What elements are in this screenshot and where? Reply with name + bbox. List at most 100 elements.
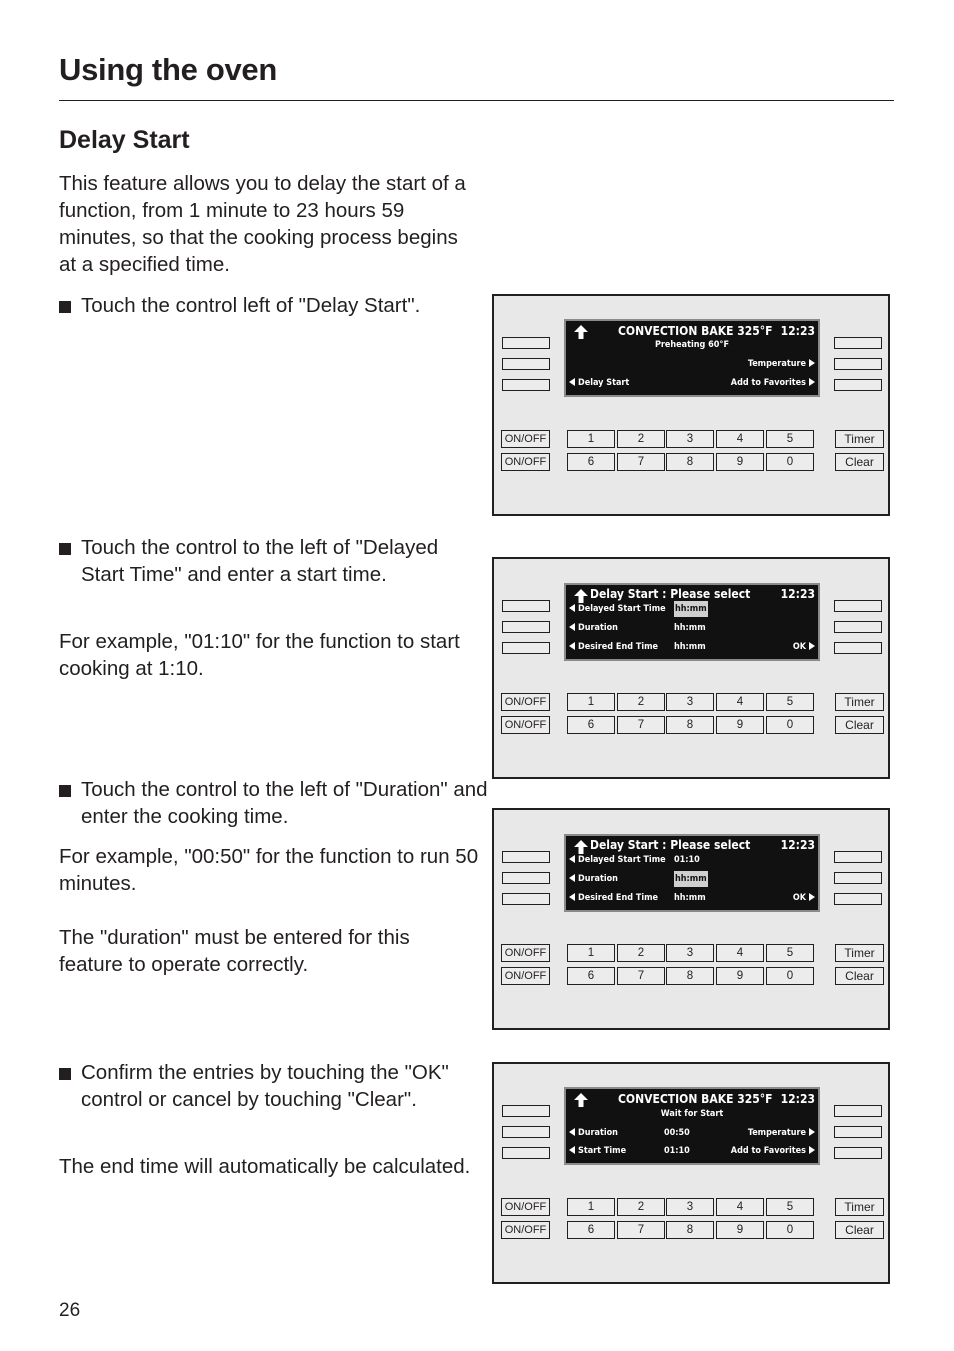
- page-title: Using the oven: [59, 52, 277, 87]
- on-off-button[interactable]: ON/OFF: [501, 693, 550, 711]
- left-sensor-button-3[interactable]: [502, 1147, 550, 1159]
- oven-display: Delay Start : Please select 12:23 Delaye…: [564, 583, 820, 661]
- right-sensor-button-1[interactable]: [834, 1105, 882, 1117]
- display-option-temperature[interactable]: Temperature: [748, 356, 815, 372]
- key-6[interactable]: 6: [567, 453, 615, 471]
- left-sensor-button-1[interactable]: [502, 337, 550, 349]
- on-off-button[interactable]: ON/OFF: [501, 716, 550, 734]
- key-0[interactable]: 0: [766, 453, 814, 471]
- left-sensor-button-2[interactable]: [502, 872, 550, 884]
- key-7[interactable]: 7: [617, 967, 665, 985]
- left-sensor-button-3[interactable]: [502, 379, 550, 391]
- left-sensor-button-2[interactable]: [502, 621, 550, 633]
- key-5[interactable]: 5: [766, 693, 814, 711]
- right-sensor-button-1[interactable]: [834, 600, 882, 612]
- display-option-ok[interactable]: OK: [793, 890, 815, 906]
- right-sensor-button-1[interactable]: [834, 851, 882, 863]
- display-option-duration[interactable]: Duration: [569, 620, 618, 636]
- display-option-desired-end-time[interactable]: Desired End Time: [569, 890, 658, 906]
- left-sensor-button-2[interactable]: [502, 1126, 550, 1138]
- right-sensor-button-3[interactable]: [834, 1147, 882, 1159]
- key-4[interactable]: 4: [716, 693, 764, 711]
- display-option-desired-end-time[interactable]: Desired End Time: [569, 639, 658, 655]
- on-off-button[interactable]: ON/OFF: [501, 967, 550, 985]
- key-3[interactable]: 3: [666, 944, 714, 962]
- timer-button[interactable]: Timer: [835, 693, 884, 711]
- key-8[interactable]: 8: [666, 716, 714, 734]
- key-6[interactable]: 6: [567, 1221, 615, 1239]
- right-sensor-button-2[interactable]: [834, 621, 882, 633]
- key-4[interactable]: 4: [716, 944, 764, 962]
- key-4[interactable]: 4: [716, 1198, 764, 1216]
- key-1[interactable]: 1: [567, 944, 615, 962]
- key-8[interactable]: 8: [666, 1221, 714, 1239]
- key-9[interactable]: 9: [716, 453, 764, 471]
- key-5[interactable]: 5: [766, 1198, 814, 1216]
- key-7[interactable]: 7: [617, 716, 665, 734]
- clear-button[interactable]: Clear: [835, 453, 884, 471]
- display-option-delay-start[interactable]: Delay Start: [569, 375, 629, 391]
- key-1[interactable]: 1: [567, 430, 615, 448]
- left-sensor-button-2[interactable]: [502, 358, 550, 370]
- key-1[interactable]: 1: [567, 1198, 615, 1216]
- display-option-delayed-start-time[interactable]: Delayed Start Time: [569, 601, 666, 617]
- right-sensor-button-2[interactable]: [834, 1126, 882, 1138]
- key-2[interactable]: 2: [617, 430, 665, 448]
- left-sensor-button-3[interactable]: [502, 893, 550, 905]
- display-option-duration[interactable]: Duration: [569, 1125, 618, 1141]
- key-1[interactable]: 1: [567, 693, 615, 711]
- key-7[interactable]: 7: [617, 453, 665, 471]
- key-9[interactable]: 9: [716, 967, 764, 985]
- left-sensor-button-1[interactable]: [502, 1105, 550, 1117]
- timer-button[interactable]: Timer: [835, 944, 884, 962]
- key-3[interactable]: 3: [666, 1198, 714, 1216]
- right-sensor-button-3[interactable]: [834, 893, 882, 905]
- display-option-start-time[interactable]: Start Time: [569, 1143, 626, 1159]
- display-option-temperature[interactable]: Temperature: [748, 1125, 815, 1141]
- clear-button[interactable]: Clear: [835, 716, 884, 734]
- on-off-button[interactable]: ON/OFF: [501, 944, 550, 962]
- right-sensor-button-2[interactable]: [834, 358, 882, 370]
- timer-button[interactable]: Timer: [835, 1198, 884, 1216]
- right-sensor-button-3[interactable]: [834, 379, 882, 391]
- key-7[interactable]: 7: [617, 1221, 665, 1239]
- display-option-ok[interactable]: OK: [793, 639, 815, 655]
- display-option-duration[interactable]: Duration: [569, 871, 618, 887]
- display-option-add-to-favorites[interactable]: Add to Favorites: [731, 1143, 815, 1159]
- on-off-button[interactable]: ON/OFF: [501, 430, 550, 448]
- clear-button[interactable]: Clear: [835, 967, 884, 985]
- on-off-button[interactable]: ON/OFF: [501, 453, 550, 471]
- key-0[interactable]: 0: [766, 967, 814, 985]
- right-sensor-button-1[interactable]: [834, 337, 882, 349]
- left-sensor-button-1[interactable]: [502, 851, 550, 863]
- left-sensor-button-3[interactable]: [502, 642, 550, 654]
- step-2-text: Touch the control to the left of "Delaye…: [81, 536, 439, 586]
- step-3-bullet: Touch the control to the left of "Durati…: [59, 776, 489, 830]
- key-6[interactable]: 6: [567, 967, 615, 985]
- key-3[interactable]: 3: [666, 693, 714, 711]
- key-0[interactable]: 0: [766, 716, 814, 734]
- key-2[interactable]: 2: [617, 944, 665, 962]
- key-4[interactable]: 4: [716, 430, 764, 448]
- right-sensor-button-2[interactable]: [834, 872, 882, 884]
- timer-button[interactable]: Timer: [835, 430, 884, 448]
- key-0[interactable]: 0: [766, 1221, 814, 1239]
- key-8[interactable]: 8: [666, 967, 714, 985]
- display-option-add-to-favorites[interactable]: Add to Favorites: [731, 375, 815, 391]
- key-2[interactable]: 2: [617, 1198, 665, 1216]
- key-8[interactable]: 8: [666, 453, 714, 471]
- right-sensor-button-3[interactable]: [834, 642, 882, 654]
- key-9[interactable]: 9: [716, 716, 764, 734]
- on-off-button[interactable]: ON/OFF: [501, 1198, 550, 1216]
- clear-button[interactable]: Clear: [835, 1221, 884, 1239]
- key-3[interactable]: 3: [666, 430, 714, 448]
- key-9[interactable]: 9: [716, 1221, 764, 1239]
- display-option-delayed-start-time[interactable]: Delayed Start Time: [569, 852, 666, 868]
- title-divider: [59, 100, 894, 101]
- left-sensor-button-1[interactable]: [502, 600, 550, 612]
- on-off-button[interactable]: ON/OFF: [501, 1221, 550, 1239]
- key-6[interactable]: 6: [567, 716, 615, 734]
- key-5[interactable]: 5: [766, 430, 814, 448]
- key-5[interactable]: 5: [766, 944, 814, 962]
- key-2[interactable]: 2: [617, 693, 665, 711]
